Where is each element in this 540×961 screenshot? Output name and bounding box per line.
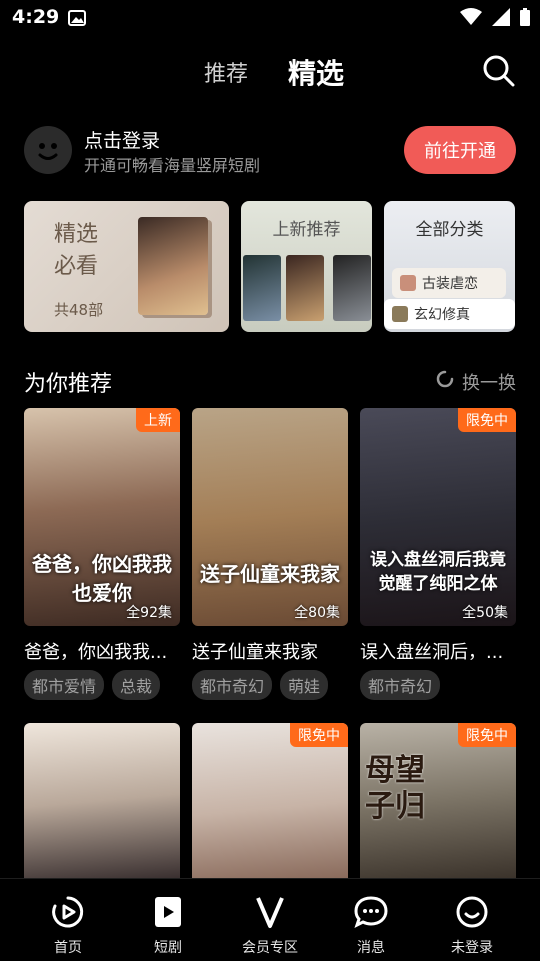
drama-title[interactable]: 送子仙童来我家 — [192, 638, 348, 664]
drama-poster[interactable]: 母望子归 限免中 — [360, 723, 516, 878]
nav-vip[interactable]: 会员专区 — [230, 895, 310, 957]
drama-poster[interactable]: 误入盘丝洞后我竟觉醒了纯阳之体 限免中 全50集 — [360, 408, 516, 626]
mini-poster — [243, 255, 281, 321]
poster-title-art: 送子仙童来我家 — [200, 562, 340, 586]
drama-title[interactable]: 误入盘丝洞后，... — [360, 638, 516, 664]
top-navigation: 推荐 精选 — [0, 52, 540, 96]
episode-count: 全50集 — [462, 605, 508, 621]
featured-line1: 精选 — [54, 222, 99, 247]
category-pill[interactable]: 玄幻修真 — [384, 299, 515, 329]
category-thumb — [400, 275, 416, 291]
nav-messages[interactable]: 消息 — [331, 895, 411, 957]
tab-selected[interactable]: 精选 — [288, 52, 344, 92]
drama-poster[interactable]: 送子仙童来我家 全80集 — [192, 408, 348, 626]
smile-icon — [454, 896, 490, 933]
wifi-icon — [460, 8, 482, 30]
poster-title-art: 爸爸，你凶我我也爱你 — [32, 552, 172, 605]
episode-count: 全80集 — [294, 605, 340, 621]
episode-count: 全92集 — [126, 605, 172, 621]
featured-line2: 必看 — [54, 254, 99, 279]
tag[interactable]: 都市奇幻 — [192, 670, 273, 700]
category-pill[interactable]: 古装虐恋 — [392, 268, 506, 298]
mini-poster — [286, 255, 324, 321]
avatar[interactable] — [24, 126, 72, 174]
category-thumb — [392, 306, 408, 322]
all-categories-card[interactable]: 全部分类 古装虐恋 玄幻修真 — [384, 201, 515, 332]
image-notification-icon — [68, 10, 86, 30]
tag-list: 都市爱情 总裁 — [24, 670, 161, 700]
drama-title[interactable]: 爸爸，你凶我我... — [24, 638, 180, 664]
status-badge: 限免中 — [290, 723, 348, 747]
poster-title-art: 误入盘丝洞后我竟觉醒了纯阳之体 — [370, 550, 506, 594]
category-cards: 精选 必看 共48部 上新推荐 全部分类 古装虐恋 玄幻修真 — [0, 201, 540, 332]
tag-list: 都市奇幻 — [360, 670, 441, 700]
new-releases-title: 上新推荐 — [272, 220, 341, 240]
featured-count: 共48部 — [54, 301, 104, 319]
refresh-icon — [434, 368, 456, 395]
login-subtitle: 开通可畅看海量竖屏短剧 — [84, 156, 261, 175]
status-time: 4:29 — [12, 6, 60, 28]
tag[interactable]: 总裁 — [112, 670, 161, 700]
nav-short-drama-label: 短剧 — [154, 940, 182, 956]
tag[interactable]: 都市爱情 — [24, 670, 105, 700]
status-badge: 限免中 — [458, 408, 516, 432]
status-bar: 4:29 — [0, 0, 540, 36]
drama-poster[interactable]: 限免中 — [192, 723, 348, 878]
subscribe-button[interactable]: 前往开通 — [404, 126, 516, 174]
nav-profile-label: 未登录 — [451, 940, 493, 956]
featured-poster — [138, 217, 208, 315]
refresh-button[interactable]: 换一换 — [434, 368, 516, 395]
login-title[interactable]: 点击登录 — [84, 126, 160, 153]
status-badge: 限免中 — [458, 723, 516, 747]
video-icon — [151, 897, 185, 933]
signal-icon — [492, 8, 510, 30]
nav-home-label: 首页 — [54, 940, 82, 956]
poster-title-art: 母望子归 — [365, 753, 425, 824]
refresh-label: 换一换 — [462, 372, 516, 394]
tab-recommend[interactable]: 推荐 — [204, 56, 248, 88]
tag[interactable]: 都市奇幻 — [360, 670, 441, 700]
category-label: 玄幻修真 — [414, 307, 470, 323]
featured-title: 精选 必看 — [54, 219, 98, 283]
status-badge: 上新 — [136, 408, 180, 432]
search-icon — [482, 55, 516, 92]
message-icon — [353, 896, 389, 933]
search-button[interactable] — [482, 54, 516, 92]
nav-short-drama[interactable]: 短剧 — [128, 895, 208, 957]
nav-home[interactable]: 首页 — [28, 895, 108, 957]
recommend-section-header: 为你推荐 换一换 — [24, 366, 516, 397]
featured-card[interactable]: 精选 必看 共48部 — [24, 201, 229, 332]
nav-profile[interactable]: 未登录 — [432, 895, 512, 957]
drama-poster[interactable]: 爸爸，你凶我我也爱你 上新 全92集 — [24, 408, 180, 626]
nav-vip-label: 会员专区 — [242, 940, 298, 956]
tag[interactable]: 萌娃 — [280, 670, 329, 700]
drama-poster[interactable] — [24, 723, 180, 878]
battery-icon — [520, 8, 530, 30]
all-categories-title: 全部分类 — [415, 220, 484, 240]
nav-messages-label: 消息 — [357, 940, 385, 956]
tag-list: 都市奇幻 萌娃 — [192, 670, 329, 700]
play-circle-icon — [50, 896, 86, 933]
bottom-navigation: 首页 短剧 会员专区 消息 未登录 — [0, 878, 540, 961]
mini-poster — [333, 255, 371, 321]
category-label: 古装虐恋 — [422, 276, 478, 292]
new-releases-card[interactable]: 上新推荐 — [241, 201, 372, 332]
login-banner[interactable]: 点击登录 开通可畅看海量竖屏短剧 前往开通 — [24, 124, 516, 180]
vip-icon — [253, 897, 287, 933]
